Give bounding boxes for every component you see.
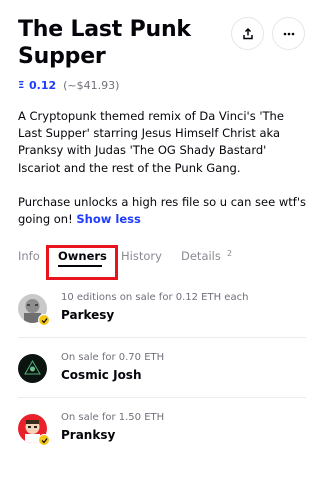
eth-icon: Ξ: [18, 80, 25, 91]
divider: [18, 337, 306, 338]
owner-name[interactable]: Pranksy: [61, 428, 115, 442]
description-paragraph: A Cryptopunk themed remix of Da Vinci's …: [18, 109, 284, 175]
description-unlock-text: Purchase unlocks a high res file so u ca…: [18, 194, 306, 227]
owner-sale-text: 10 editions on sale for 0.12 ETH each: [61, 292, 249, 303]
tab-details[interactable]: Details: [181, 249, 221, 263]
page-title: The Last Punk Supper: [18, 17, 191, 69]
show-less-link[interactable]: Show less: [76, 212, 140, 226]
avatar: [18, 354, 47, 383]
owner-name[interactable]: Parkesy: [61, 308, 114, 322]
divider: [18, 397, 306, 398]
tab-info[interactable]: Info: [18, 249, 40, 263]
more-icon: [283, 32, 294, 35]
share-icon: [242, 27, 253, 39]
details-count-badge: 2: [227, 249, 233, 258]
owner-sale-text: On sale for 1.50 ETH: [61, 412, 165, 423]
owner-row[interactable]: On sale for 1.50 ETH Pranksy: [18, 408, 306, 466]
verified-icon: [38, 314, 50, 326]
share-button[interactable]: [231, 17, 264, 50]
owner-name[interactable]: Cosmic Josh: [61, 368, 142, 382]
eth-price: 0.12: [29, 79, 57, 92]
description-paragraph: Purchase unlocks a high res file so u ca…: [18, 194, 310, 228]
tab-bar: Info Owners History Details 2: [0, 245, 320, 280]
verified-icon: [38, 434, 50, 446]
owner-sale-text: On sale for 0.70 ETH: [61, 352, 165, 363]
usd-price: (~$41.93): [63, 79, 120, 92]
more-options-button[interactable]: [272, 17, 305, 50]
highlight-box: [46, 245, 118, 280]
price: Ξ 0.12 (~$41.93): [18, 79, 119, 92]
tab-history[interactable]: History: [121, 249, 162, 263]
description: A Cryptopunk themed remix of Da Vinci's …: [18, 108, 310, 228]
